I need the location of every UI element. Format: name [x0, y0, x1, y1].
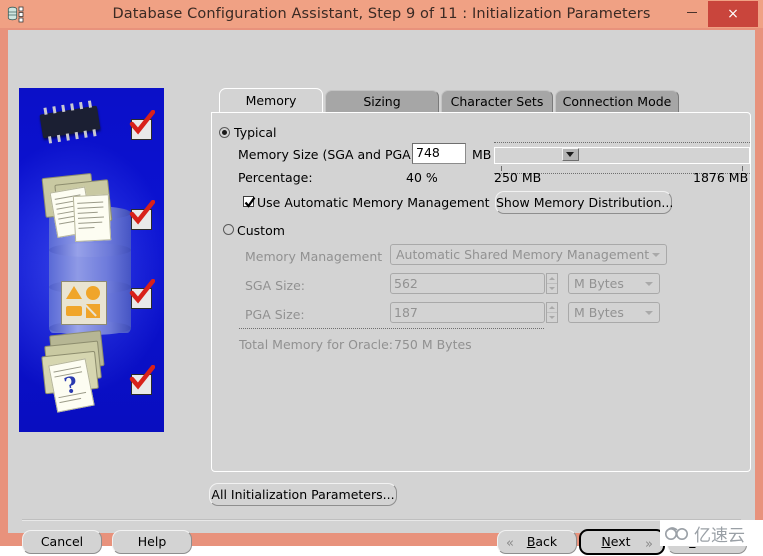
- percentage-label: Percentage:: [238, 170, 313, 185]
- checkmark-icon-2: [129, 200, 155, 225]
- slider-track[interactable]: [494, 147, 750, 164]
- memory-size-label: Memory Size (SGA and PGA):: [238, 147, 420, 162]
- checkmark-icon-1: [129, 110, 155, 135]
- chevron-down-icon: [645, 282, 653, 286]
- cpu-chip-graphic: [39, 100, 101, 144]
- show-memory-distribution-button[interactable]: Show Memory Distribution...: [495, 191, 673, 214]
- chevron-down-icon: [645, 311, 653, 315]
- sga-stepper-up[interactable]: [547, 274, 557, 284]
- slider-min-label: 250 MB: [494, 170, 542, 185]
- watermark: 亿速云: [660, 520, 763, 546]
- pga-size-label: PGA Size:: [245, 307, 305, 322]
- typical-radio[interactable]: [219, 127, 230, 138]
- memory-management-label: Memory Management: [245, 249, 383, 264]
- chevron-left-icon: «: [506, 536, 514, 551]
- slider-thumb-icon: [566, 152, 574, 157]
- help-button[interactable]: Help: [112, 530, 192, 554]
- chevron-down-icon: [652, 253, 660, 257]
- custom-radio[interactable]: [223, 224, 234, 235]
- sga-unit-select[interactable]: M Bytes: [568, 273, 660, 294]
- dialog-client-area: ? Memory Sizing Character Sets Connectio…: [8, 30, 755, 555]
- minimize-button[interactable]: [681, 0, 703, 28]
- tab-character-sets[interactable]: Character Sets: [441, 90, 553, 112]
- auto-memory-checkbox[interactable]: [243, 196, 256, 208]
- memory-management-value: Automatic Shared Memory Management: [396, 247, 650, 262]
- typical-label: Typical: [234, 125, 277, 140]
- back-button-label-rest: ack: [535, 534, 558, 549]
- chevron-right-icon: »: [645, 537, 653, 552]
- pga-size-stepper[interactable]: [546, 302, 558, 323]
- tab-sizing[interactable]: Sizing: [325, 90, 439, 112]
- checkmark-icon: [244, 196, 256, 208]
- slider-thumb[interactable]: [562, 148, 579, 161]
- auto-memory-label: Use Automatic Memory Management: [257, 195, 490, 210]
- checkmark-icon-3: [129, 279, 155, 304]
- back-button[interactable]: « Back: [497, 530, 577, 554]
- sga-size-stepper[interactable]: [546, 273, 558, 294]
- sga-unit-value: M Bytes: [574, 276, 624, 291]
- custom-label: Custom: [237, 223, 285, 238]
- sga-size-label: SGA Size:: [245, 278, 306, 293]
- tab-memory[interactable]: Memory: [219, 88, 323, 112]
- checkmark-icon-4: [129, 365, 155, 390]
- memory-size-input[interactable]: 748: [412, 143, 466, 164]
- next-button-label-rest: ext: [610, 534, 631, 549]
- sga-stepper-down[interactable]: [547, 284, 557, 293]
- schema-objects-graphic: [61, 281, 107, 325]
- sga-size-input[interactable]: 562: [390, 273, 545, 294]
- pga-unit-select[interactable]: M Bytes: [568, 302, 660, 323]
- database-configuration-illustration: ?: [19, 88, 164, 432]
- title-bar: Database Configuration Assistant, Step 9…: [0, 0, 763, 28]
- pga-unit-value: M Bytes: [574, 305, 624, 320]
- pga-size-input[interactable]: 187: [390, 302, 545, 323]
- all-initialization-parameters-button[interactable]: All Initialization Parameters...: [209, 483, 397, 506]
- memory-management-select[interactable]: Automatic Shared Memory Management: [390, 244, 667, 265]
- next-button[interactable]: Next »: [579, 529, 665, 555]
- minimize-icon: [687, 11, 697, 13]
- slider-max-label: 1876 MB: [693, 170, 749, 185]
- help-button-label: Help: [137, 534, 167, 549]
- memory-size-unit: MB: [472, 147, 492, 162]
- slider-top-dotline: [494, 142, 750, 143]
- pga-stepper-up[interactable]: [547, 303, 557, 313]
- documents-graphic: [40, 170, 127, 248]
- pga-stepper-down[interactable]: [547, 313, 557, 322]
- help-documents-graphic: ?: [39, 328, 131, 414]
- close-button[interactable]: ×: [708, 1, 758, 27]
- application-window: Database Configuration Assistant, Step 9…: [0, 0, 763, 555]
- total-memory-value: 750 M Bytes: [394, 337, 472, 352]
- watermark-text: 亿速云: [694, 525, 745, 546]
- total-memory-label: Total Memory for Oracle:: [239, 337, 394, 352]
- tab-strip: Memory Sizing Character Sets Connection …: [211, 88, 751, 112]
- window-title: Database Configuration Assistant, Step 9…: [112, 6, 651, 22]
- custom-group-divider: [239, 328, 544, 329]
- tab-connection-mode[interactable]: Connection Mode: [555, 90, 679, 112]
- footer-divider: [22, 519, 741, 521]
- percentage-value: 40 %: [406, 170, 438, 185]
- watermark-logo-icon: [665, 526, 688, 540]
- cancel-button[interactable]: Cancel: [22, 530, 102, 554]
